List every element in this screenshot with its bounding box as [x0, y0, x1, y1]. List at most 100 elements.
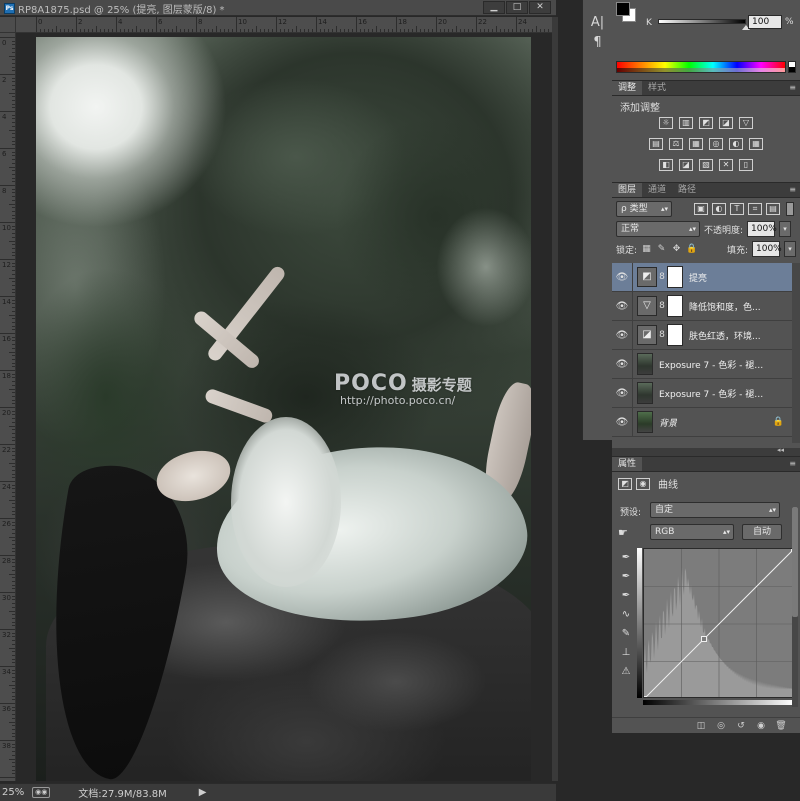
lock-transparent-icon[interactable]: ▦ [641, 244, 652, 255]
layer-mask-thumbnail[interactable] [667, 266, 683, 288]
preset-select[interactable]: 自定 ▴▾ [650, 502, 780, 518]
eye-icon[interactable]: 👁 [612, 272, 632, 283]
close-button[interactable]: ✕ [529, 1, 551, 14]
color-spectrum[interactable] [616, 61, 786, 73]
layer-row[interactable]: 👁 ▽ 8 降低饱和度，色... [612, 291, 800, 321]
adjustment-icon[interactable]: ▤ [649, 138, 663, 150]
reset-icon[interactable]: ↺ [734, 720, 748, 732]
delete-icon[interactable]: 🗑 [774, 720, 788, 732]
layer-name[interactable]: Exposure 7 - 色彩 - 褪色... [659, 387, 769, 400]
vertical-ruler[interactable]: 0 2 4 6 8 10 12 14 16 18 20 22 24 26 28 30 32 34 36 38 [0, 33, 16, 781]
layer-thumbnail[interactable] [637, 353, 653, 375]
tab-styles[interactable]: 样式 [642, 81, 672, 95]
minimize-button[interactable]: ▁ [483, 1, 505, 14]
properties-scrollbar-thumb[interactable] [792, 507, 798, 617]
link-icon[interactable]: 8 [657, 272, 667, 282]
layer-mask-thumbnail[interactable] [667, 324, 683, 346]
paragraph-panel-icon[interactable]: ¶ [587, 34, 609, 52]
maximize-button[interactable]: □ [506, 1, 528, 14]
eye-icon[interactable]: 👁 [612, 301, 632, 312]
curve-control-point[interactable] [701, 636, 707, 642]
tab-adjustments[interactable]: 调整 [612, 81, 643, 95]
character-panel-icon[interactable]: A| [587, 14, 609, 32]
layer-mask-thumbnail[interactable] [667, 295, 683, 317]
filter-type-icon[interactable]: T [730, 203, 744, 215]
adjustment-layer-icon[interactable]: ▽ [637, 296, 657, 316]
layer-row[interactable]: 👁 ◪ 8 肤色红透，环境... [612, 320, 800, 350]
k-value-field[interactable]: 100 [748, 15, 782, 29]
adjustment-icon[interactable]: ⚖ [669, 138, 683, 150]
adjustment-icon[interactable]: ▯ [739, 159, 753, 171]
layer-row[interactable]: 👁 Exposure 7 - 色彩 - 褪色... [612, 349, 800, 379]
layer-row[interactable]: 👁 ◩ 8 提亮 [612, 262, 800, 292]
layer-name[interactable]: 肤色红透，环境... [689, 329, 761, 342]
adjustment-icon[interactable]: ▧ [699, 159, 713, 171]
clip-to-layer-icon[interactable]: ◫ [694, 720, 708, 732]
layer-row[interactable]: 👁 Exposure 7 - 色彩 - 褪色... [612, 378, 800, 408]
toggle-visibility-icon[interactable]: ◉ [754, 720, 768, 732]
curve-tool-icon[interactable]: ⚠ [618, 665, 634, 679]
adjustment-icon[interactable]: ▥ [679, 117, 693, 129]
curve-tool-icon[interactable]: ✎ [618, 627, 634, 641]
lock-position-icon[interactable]: ✥ [671, 244, 682, 255]
filter-shape-icon[interactable]: ⌗ [748, 203, 762, 215]
foreground-color-swatch[interactable] [616, 2, 630, 16]
layer-name[interactable]: Exposure 7 - 色彩 - 褪色... [659, 358, 769, 371]
layer-thumbnail[interactable] [637, 411, 653, 433]
horizontal-ruler[interactable]: 02468101214161820222426 [16, 17, 552, 33]
k-channel-slider[interactable] [658, 19, 746, 24]
filter-smartobject-icon[interactable]: ▤ [766, 203, 780, 215]
curve-tool-icon[interactable]: ✒ [618, 589, 634, 603]
status-menu-arrow[interactable]: ▶ [199, 787, 207, 798]
curves-svg[interactable] [644, 549, 793, 698]
eye-icon[interactable]: 👁 [612, 417, 632, 428]
lock-image-icon[interactable]: ✎ [656, 244, 667, 255]
curve-tool-icon[interactable]: ∿ [618, 608, 634, 622]
adjustment-layer-icon[interactable]: ◩ [637, 267, 657, 287]
document-tab[interactable]: Ps RP8A1875.psd @ 25% (提亮, 图层蒙版/8) * [0, 0, 229, 16]
properties-menu-icon[interactable]: ≡ [789, 459, 796, 468]
adjustments-menu-icon[interactable]: ≡ [789, 83, 796, 92]
tab-channels[interactable]: 通道 [642, 183, 672, 197]
collapse-icon[interactable]: ◂◂ [777, 446, 784, 454]
link-icon[interactable]: 8 [657, 301, 667, 311]
adjustment-icon[interactable]: ✕ [719, 159, 733, 171]
curve-control-point[interactable] [644, 696, 647, 699]
layer-name[interactable]: 背景 [659, 416, 677, 429]
adjustment-icon[interactable]: ◧ [659, 159, 673, 171]
adjustment-icon[interactable]: ▦ [749, 138, 763, 150]
opacity-dropdown[interactable]: ▾ [779, 221, 792, 237]
curve-tool-icon[interactable]: ✒ [618, 551, 634, 565]
black-white-swatch[interactable] [788, 61, 796, 73]
curve-tool-icon[interactable]: ⊥ [618, 646, 634, 660]
adjustment-icon[interactable]: ◪ [679, 159, 693, 171]
curves-icon[interactable]: ◩ [618, 477, 632, 490]
adjustment-icon[interactable]: ◐ [729, 138, 743, 150]
filter-pixel-icon[interactable]: ▣ [694, 203, 708, 215]
tab-layers[interactable]: 图层 [612, 183, 643, 197]
auto-button[interactable]: 自动 [742, 524, 782, 540]
adjustment-icon[interactable]: ▦ [689, 138, 703, 150]
lock-all-icon[interactable]: 🔒 [686, 244, 697, 255]
eye-icon[interactable]: 👁 [612, 388, 632, 399]
blend-mode-select[interactable]: 正常 ▴▾ [616, 221, 700, 237]
curve-tool-icon[interactable]: ✒ [618, 570, 634, 584]
targeted-adjustment-hand-icon[interactable]: ☛ [618, 526, 628, 539]
adjustment-icon[interactable]: ▽ [739, 117, 753, 129]
adjustment-icon[interactable]: ◎ [709, 138, 723, 150]
filter-toggle[interactable] [786, 202, 794, 216]
view-previous-state-icon[interactable]: ◎ [714, 720, 728, 732]
layer-thumbnail[interactable] [637, 382, 653, 404]
eye-icon[interactable]: 👁 [612, 330, 632, 341]
adjustment-icon[interactable]: ◩ [699, 117, 713, 129]
adjustment-icon[interactable]: ◪ [719, 117, 733, 129]
adjustment-icon[interactable]: ☼ [659, 117, 673, 129]
document-scrollbar[interactable] [552, 17, 558, 781]
mask-icon[interactable]: ◉ [636, 477, 650, 490]
opacity-field[interactable]: 100% [747, 221, 777, 237]
layers-menu-icon[interactable]: ≡ [789, 185, 796, 194]
layer-name[interactable]: 降低饱和度，色... [689, 300, 761, 313]
curves-graph[interactable] [643, 548, 793, 698]
eye-icon[interactable]: 👁 [612, 359, 632, 370]
adjustment-layer-icon[interactable]: ◪ [637, 325, 657, 345]
